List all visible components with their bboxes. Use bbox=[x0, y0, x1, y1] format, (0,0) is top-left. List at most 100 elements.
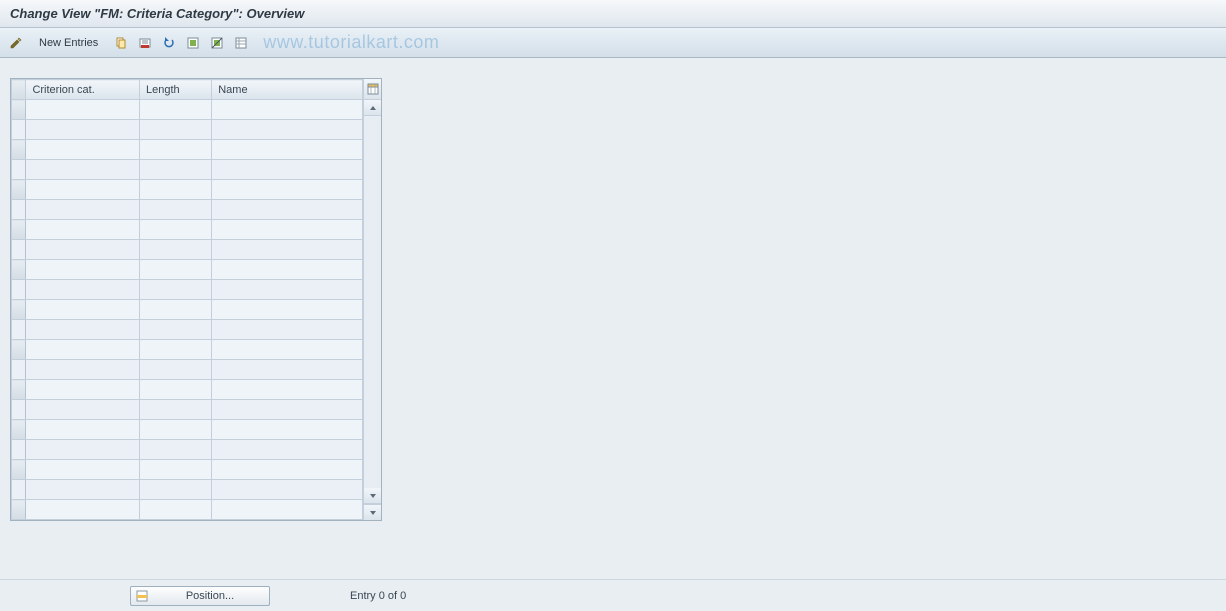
cell[interactable] bbox=[212, 340, 363, 360]
row-selector[interactable] bbox=[12, 380, 26, 400]
row-selector[interactable] bbox=[12, 200, 26, 220]
cell[interactable] bbox=[139, 440, 211, 460]
cell[interactable] bbox=[26, 180, 140, 200]
table-row[interactable] bbox=[12, 160, 363, 180]
row-selector[interactable] bbox=[12, 300, 26, 320]
table-row[interactable] bbox=[12, 140, 363, 160]
cell[interactable] bbox=[139, 100, 211, 120]
row-selector[interactable] bbox=[12, 240, 26, 260]
table-row[interactable] bbox=[12, 100, 363, 120]
cell[interactable] bbox=[26, 460, 140, 480]
select-all-header[interactable] bbox=[12, 80, 26, 100]
scroll-track[interactable] bbox=[364, 116, 381, 488]
row-selector[interactable] bbox=[12, 340, 26, 360]
table-row[interactable] bbox=[12, 200, 363, 220]
cell[interactable] bbox=[212, 160, 363, 180]
cell[interactable] bbox=[139, 260, 211, 280]
row-selector[interactable] bbox=[12, 360, 26, 380]
cell[interactable] bbox=[212, 220, 363, 240]
row-selector[interactable] bbox=[12, 220, 26, 240]
deselect-all-icon[interactable] bbox=[207, 33, 227, 53]
cell[interactable] bbox=[26, 400, 140, 420]
cell[interactable] bbox=[212, 200, 363, 220]
cell[interactable] bbox=[26, 260, 140, 280]
cell[interactable] bbox=[139, 400, 211, 420]
cell[interactable] bbox=[139, 140, 211, 160]
cell[interactable] bbox=[26, 380, 140, 400]
new-entries-button[interactable]: New Entries bbox=[30, 33, 107, 53]
cell[interactable] bbox=[26, 220, 140, 240]
table-row[interactable] bbox=[12, 340, 363, 360]
table-row[interactable] bbox=[12, 460, 363, 480]
criteria-table[interactable]: Criterion cat. Length Name bbox=[11, 79, 363, 520]
row-selector[interactable] bbox=[12, 160, 26, 180]
cell[interactable] bbox=[26, 420, 140, 440]
cell[interactable] bbox=[212, 240, 363, 260]
column-header-criterion-cat[interactable]: Criterion cat. bbox=[26, 80, 140, 100]
table-row[interactable] bbox=[12, 260, 363, 280]
cell[interactable] bbox=[139, 480, 211, 500]
row-selector[interactable] bbox=[12, 420, 26, 440]
cell[interactable] bbox=[139, 160, 211, 180]
table-row[interactable] bbox=[12, 380, 363, 400]
cell[interactable] bbox=[139, 320, 211, 340]
cell[interactable] bbox=[26, 480, 140, 500]
column-header-name[interactable]: Name bbox=[212, 80, 363, 100]
table-row[interactable] bbox=[12, 440, 363, 460]
scroll-down-icon-2[interactable] bbox=[364, 504, 381, 520]
cell[interactable] bbox=[212, 460, 363, 480]
cell[interactable] bbox=[26, 360, 140, 380]
delete-icon[interactable] bbox=[135, 33, 155, 53]
table-row[interactable] bbox=[12, 180, 363, 200]
row-selector[interactable] bbox=[12, 260, 26, 280]
row-selector[interactable] bbox=[12, 500, 26, 520]
cell[interactable] bbox=[26, 100, 140, 120]
table-config-icon[interactable] bbox=[364, 79, 381, 100]
cell[interactable] bbox=[26, 160, 140, 180]
copy-as-icon[interactable] bbox=[111, 33, 131, 53]
row-selector[interactable] bbox=[12, 140, 26, 160]
table-row[interactable] bbox=[12, 280, 363, 300]
row-selector[interactable] bbox=[12, 120, 26, 140]
cell[interactable] bbox=[139, 180, 211, 200]
change-display-toggle-icon[interactable] bbox=[6, 33, 26, 53]
cell[interactable] bbox=[26, 320, 140, 340]
vertical-scrollbar[interactable] bbox=[363, 79, 381, 520]
table-row[interactable] bbox=[12, 500, 363, 520]
cell[interactable] bbox=[139, 360, 211, 380]
cell[interactable] bbox=[139, 420, 211, 440]
table-row[interactable] bbox=[12, 220, 363, 240]
table-row[interactable] bbox=[12, 360, 363, 380]
row-selector[interactable] bbox=[12, 320, 26, 340]
table-row[interactable] bbox=[12, 320, 363, 340]
cell[interactable] bbox=[212, 320, 363, 340]
cell[interactable] bbox=[26, 120, 140, 140]
cell[interactable] bbox=[26, 280, 140, 300]
cell[interactable] bbox=[212, 440, 363, 460]
cell[interactable] bbox=[26, 200, 140, 220]
cell[interactable] bbox=[212, 100, 363, 120]
row-selector[interactable] bbox=[12, 180, 26, 200]
table-row[interactable] bbox=[12, 480, 363, 500]
scroll-up-icon[interactable] bbox=[364, 100, 381, 116]
table-row[interactable] bbox=[12, 400, 363, 420]
cell[interactable] bbox=[212, 500, 363, 520]
cell[interactable] bbox=[139, 500, 211, 520]
cell[interactable] bbox=[26, 300, 140, 320]
cell[interactable] bbox=[212, 260, 363, 280]
row-selector[interactable] bbox=[12, 280, 26, 300]
undo-change-icon[interactable] bbox=[159, 33, 179, 53]
cell[interactable] bbox=[139, 240, 211, 260]
cell[interactable] bbox=[212, 140, 363, 160]
cell[interactable] bbox=[212, 480, 363, 500]
cell[interactable] bbox=[212, 280, 363, 300]
cell[interactable] bbox=[139, 220, 211, 240]
cell[interactable] bbox=[26, 240, 140, 260]
table-row[interactable] bbox=[12, 120, 363, 140]
position-button[interactable]: Position... bbox=[130, 586, 270, 606]
cell[interactable] bbox=[212, 360, 363, 380]
row-selector[interactable] bbox=[12, 100, 26, 120]
table-row[interactable] bbox=[12, 240, 363, 260]
cell[interactable] bbox=[212, 180, 363, 200]
row-selector[interactable] bbox=[12, 480, 26, 500]
